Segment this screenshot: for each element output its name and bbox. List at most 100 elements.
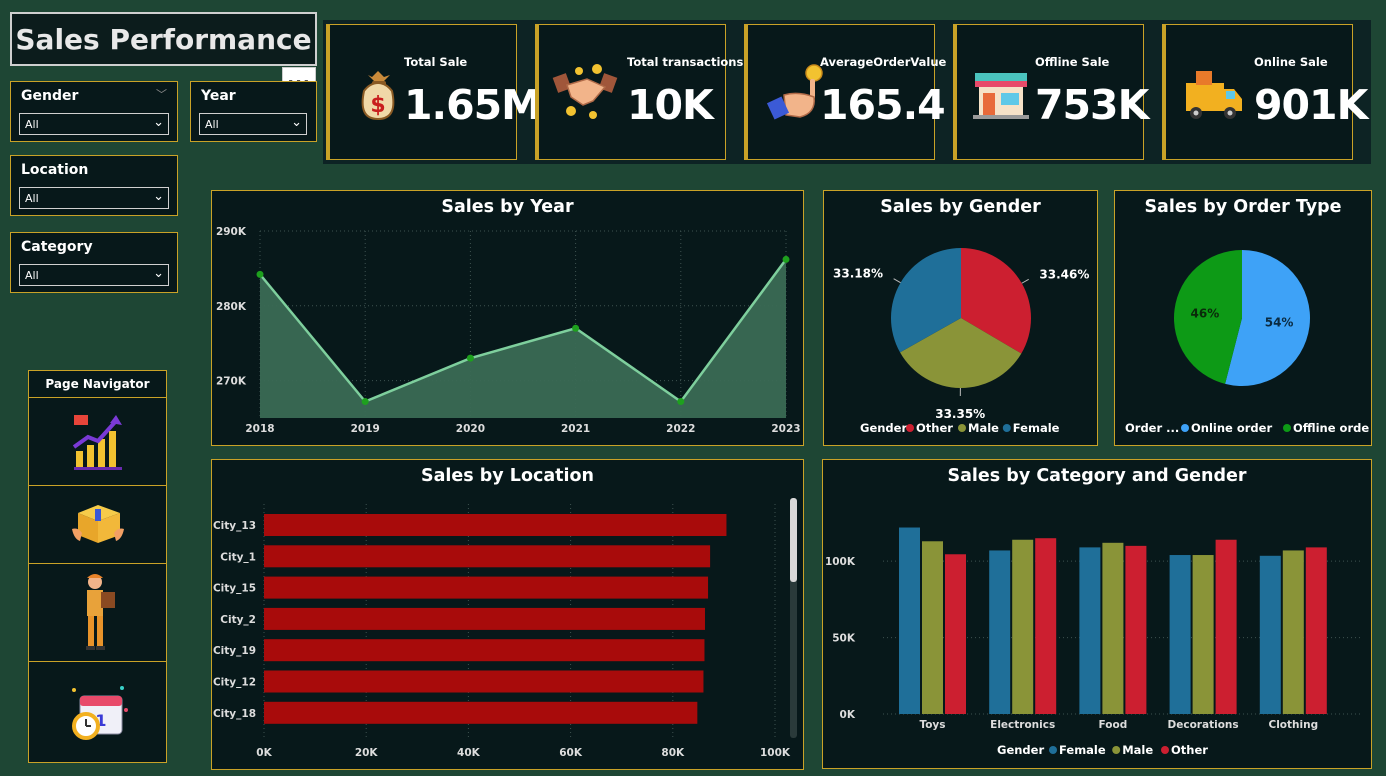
kpi-label: Total Sale [404, 55, 468, 69]
legend-label: Female [1013, 421, 1060, 435]
legend-marker [1049, 746, 1057, 754]
data-point [466, 354, 474, 362]
x-tick-label: Toys [919, 719, 945, 731]
legend-title: Order ... [1125, 421, 1179, 435]
x-tick-label: 40K [457, 747, 481, 759]
bar [899, 527, 920, 714]
data-label: 54% [1265, 316, 1294, 330]
y-tick-label: City_12 [213, 677, 256, 689]
legend-marker [1112, 746, 1121, 754]
data-label: 33.18% [833, 267, 883, 281]
category-dropdown-value: All [25, 268, 39, 282]
nav-item-products[interactable] [29, 485, 166, 564]
x-tick-label: 0K [256, 747, 272, 759]
sales-by-category-gender-panel: Sales by Category and Gender 0K 50K 100K To… [822, 459, 1372, 769]
x-tick-label: 60K [559, 747, 583, 759]
chevron-down-icon: ⌄ [153, 115, 164, 130]
y-tick-label: City_15 [213, 583, 256, 595]
y-tick-label: 100K [825, 556, 856, 568]
sales-by-year-chart: 270K 280K 290K 2018 2019 2020 2021 2022 2023 [216, 226, 801, 435]
legend-marker [1181, 424, 1189, 432]
gender-dropdown-value: All [25, 117, 39, 131]
nav-item-calendar[interactable]: 1 [29, 661, 166, 762]
x-tick-label: Clothing [1268, 719, 1318, 731]
coin-hand-icon [766, 64, 823, 120]
year-slicer: Year All ⌄ [190, 81, 317, 142]
bar [922, 541, 943, 714]
location-dropdown[interactable]: All ⌄ [19, 187, 169, 209]
y-tick-label: City_18 [213, 708, 256, 720]
x-tick-label: 2021 [561, 423, 590, 435]
bar [1012, 539, 1034, 714]
kpi-label: AverageOrderValue [820, 55, 947, 69]
scrollbar-track[interactable] [790, 498, 797, 738]
legend-marker [1002, 424, 1011, 432]
page-navigator: Page Navigator 1 [28, 370, 167, 763]
data-label: 33.35% [935, 407, 985, 421]
page-navigator-title: Page Navigator [29, 371, 166, 398]
y-tick-label: City_2 [220, 614, 256, 626]
category-dropdown[interactable]: All ⌄ [19, 264, 169, 286]
bar [1215, 539, 1237, 714]
legend-marker [1283, 424, 1291, 432]
scrollbar-thumb[interactable] [790, 498, 797, 582]
x-tick-label: 2019 [351, 423, 380, 435]
kpi-value: 1.65M [404, 81, 542, 129]
y-tick-label: City_1 [220, 551, 256, 563]
bar [1102, 542, 1124, 714]
handshake-icon [552, 64, 618, 119]
gender-dropdown[interactable]: All ⌄ [19, 113, 169, 135]
bar [989, 550, 1011, 714]
nav-item-customers[interactable] [29, 563, 166, 662]
area-fill [260, 259, 786, 418]
kpi-label: Online Sale [1254, 55, 1328, 69]
nav-item-sales[interactable] [29, 397, 166, 486]
x-tick-label: 20K [355, 747, 379, 759]
x-tick-label: 100K [760, 747, 791, 759]
bar [264, 607, 705, 630]
year-dropdown[interactable]: All ⌄ [199, 113, 307, 135]
kpi-total-transactions: Total transactions 10K [535, 24, 743, 160]
legend-marker [958, 424, 966, 432]
sales-by-order-type-panel: Sales by Order Type 54% 46% Order ... Onlin… [1114, 190, 1372, 446]
gender-slicer-label: Gender [21, 88, 79, 104]
legend-label: Male [1122, 743, 1153, 757]
page-title: Sales Performance [10, 12, 317, 66]
gender-slicer: Gender ﹀ All ⌄ [10, 81, 178, 142]
leader-line [1021, 278, 1029, 284]
kpi-label: Offline Sale [1035, 55, 1110, 69]
money-bag-icon: $ [361, 71, 395, 121]
y-tick-label: 0K [840, 709, 856, 721]
eraser-icon[interactable]: ﹀ [156, 86, 167, 102]
bar [264, 514, 727, 536]
bar [264, 670, 704, 693]
year-dropdown-value: All [205, 117, 219, 131]
location-dropdown-value: All [25, 191, 39, 205]
legend-label: Female [1059, 743, 1106, 757]
calendar-clock-icon: 1 [71, 685, 128, 740]
location-slicer-label: Location [21, 162, 89, 178]
sales-by-category-gender-chart: 0K 50K 100K Toys Electronics Food Decorations C… [825, 527, 1363, 757]
legend-label: Other [916, 421, 953, 435]
legend-label: Offline order [1293, 421, 1370, 435]
delivery-person-icon [85, 574, 115, 650]
kpi-online-sale: Online Sale 901K [1162, 24, 1368, 160]
leader-line [893, 278, 901, 284]
data-label: 33.46% [1039, 267, 1089, 281]
store-icon [973, 73, 1029, 119]
bar [264, 701, 698, 724]
chevron-down-icon: ⌄ [153, 266, 164, 281]
y-tick-label: 290K [216, 226, 247, 238]
y-tick-label: 50K [832, 633, 856, 645]
kpi-value: 10K [627, 81, 714, 129]
x-tick-label: 80K [661, 747, 685, 759]
bar [1259, 555, 1281, 714]
legend-marker [906, 424, 914, 432]
bar [264, 639, 705, 662]
data-label: 46% [1191, 306, 1220, 320]
delivery-van-icon [1186, 71, 1242, 119]
legend-marker [1161, 746, 1169, 754]
x-tick-label: 2020 [456, 423, 485, 435]
kpi-total-sale: $ Total Sale 1.65M [326, 24, 542, 160]
data-point [572, 324, 580, 332]
